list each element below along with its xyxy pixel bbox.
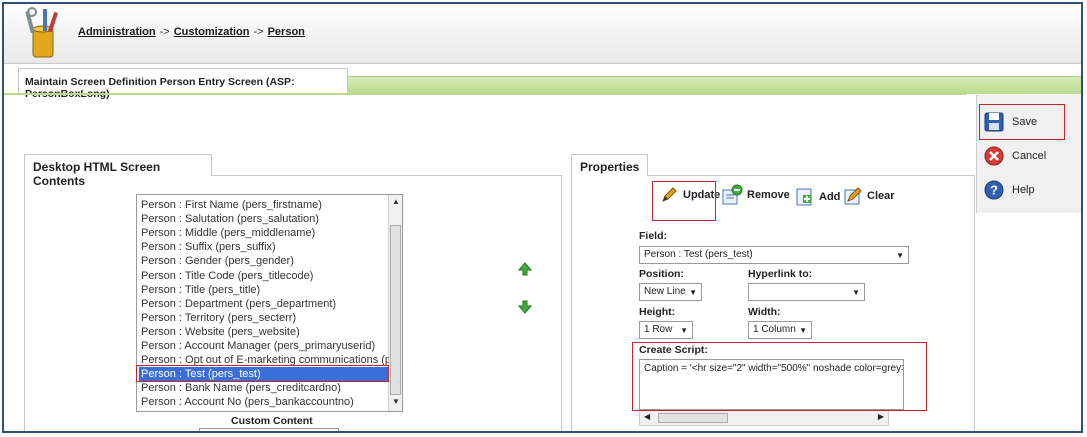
hyperlink-select[interactable]: ▼ xyxy=(748,283,865,301)
cancel-label: Cancel xyxy=(1012,150,1047,162)
selected-item-highlight xyxy=(136,365,389,382)
chevron-down-icon: ▼ xyxy=(852,288,860,297)
breadcrumb-person[interactable]: Person xyxy=(268,26,305,38)
move-up-icon[interactable] xyxy=(518,262,532,276)
clear-button[interactable]: Clear xyxy=(844,187,895,205)
add-label: Add xyxy=(819,191,841,203)
chevron-down-icon: ▼ xyxy=(680,326,688,335)
list-item[interactable]: Person : Bank Name (pers_creditcardno) xyxy=(139,381,389,395)
hscroll-thumb[interactable] xyxy=(658,413,728,423)
scroll-left-icon[interactable]: ◀ xyxy=(644,412,650,421)
remove-button[interactable]: Remove xyxy=(721,184,790,206)
help-label: Help xyxy=(1012,184,1035,196)
add-icon xyxy=(796,188,812,206)
tab-strip-bar xyxy=(344,76,1081,94)
cancel-icon xyxy=(984,146,1004,166)
tab-properties[interactable]: Properties xyxy=(571,154,648,176)
breadcrumb-customization[interactable]: Customization xyxy=(174,26,250,38)
remove-icon xyxy=(722,184,743,205)
tab-desktop-html[interactable]: Desktop HTML Screen Contents xyxy=(24,154,212,188)
action-sidebar: Save Cancel ? Help xyxy=(976,95,1081,213)
list-item[interactable]: Person : Middle (pers_middlename) xyxy=(139,226,389,240)
help-icon: ? xyxy=(984,180,1004,200)
breadcrumb-separator: -> xyxy=(159,26,170,38)
position-select-value: New Line xyxy=(644,286,686,297)
list-item[interactable]: Person : Territory (pers_secterr) xyxy=(139,311,389,325)
clear-icon xyxy=(844,187,862,205)
list-item[interactable]: Person : Title (pers_title) xyxy=(139,283,389,297)
list-item[interactable]: Person : Account Manager (pers_primaryus… xyxy=(139,339,389,353)
height-select-value: 1 Row xyxy=(644,324,673,335)
field-select[interactable]: Person : Test (pers_test) ▼ xyxy=(639,246,909,264)
header-bar: Administration -> Customization -> Person xyxy=(4,4,1081,64)
list-scrollbar[interactable]: ▲ ▼ xyxy=(388,195,402,411)
field-select-value: Person : Test (pers_test) xyxy=(644,249,753,260)
custom-content-box[interactable] xyxy=(199,428,339,431)
custom-content-label: Custom Content xyxy=(231,415,313,427)
height-select[interactable]: 1 Row ▼ xyxy=(639,321,693,339)
hyperlink-label: Hyperlink to: xyxy=(748,268,813,280)
height-label: Height: xyxy=(639,306,676,318)
page-tab-strip: Maintain Screen Definition Person Entry … xyxy=(4,68,1081,100)
tools-logo-icon xyxy=(25,7,58,58)
tab-maintain-screen[interactable]: Maintain Screen Definition Person Entry … xyxy=(18,68,348,100)
width-label: Width: xyxy=(748,306,781,318)
svg-text:?: ? xyxy=(990,183,998,198)
scroll-right-icon[interactable]: ▶ xyxy=(878,412,884,421)
position-label: Position: xyxy=(639,268,684,280)
cancel-button[interactable]: Cancel xyxy=(983,145,1046,167)
chevron-down-icon: ▼ xyxy=(689,288,697,297)
scroll-down-icon[interactable]: ▼ xyxy=(390,397,402,409)
remove-label: Remove xyxy=(747,189,790,201)
move-down-icon[interactable] xyxy=(518,300,532,314)
help-button[interactable]: ? Help xyxy=(983,179,1035,201)
chevron-down-icon: ▼ xyxy=(799,326,807,335)
list-item[interactable]: Person : Account No (pers_bankaccountno) xyxy=(139,395,389,409)
add-button[interactable]: Add xyxy=(796,187,840,207)
update-highlight xyxy=(652,181,716,221)
width-select[interactable]: 1 Column ▼ xyxy=(748,321,812,339)
scroll-thumb[interactable] xyxy=(390,225,401,395)
list-item[interactable]: Person : Gender (pers_gender) xyxy=(139,254,389,268)
save-highlight xyxy=(979,104,1065,140)
field-label: Field: xyxy=(639,230,667,242)
position-select[interactable]: New Line ▼ xyxy=(639,283,702,301)
scroll-up-icon[interactable]: ▲ xyxy=(390,197,402,209)
list-item[interactable]: Person : Salutation (pers_salutation) xyxy=(139,212,389,226)
list-item[interactable]: Person : First Name (pers_firstname) xyxy=(139,198,389,212)
script-hscrollbar[interactable]: ◀ ▶ xyxy=(639,410,889,426)
list-item[interactable]: Person : Department (pers_department) xyxy=(139,297,389,311)
list-item[interactable]: Person : Suffix (pers_suffix) xyxy=(139,240,389,254)
breadcrumb-separator: -> xyxy=(253,26,264,38)
list-item[interactable]: Person : Website (pers_website) xyxy=(139,325,389,339)
script-highlight xyxy=(632,342,927,411)
width-select-value: 1 Column xyxy=(753,324,796,335)
clear-label: Clear xyxy=(867,190,895,202)
tab-underline xyxy=(4,93,966,95)
chevron-down-icon: ▼ xyxy=(896,251,904,260)
app-window: Administration -> Customization -> Person Ma… xyxy=(2,2,1083,433)
breadcrumb-administration[interactable]: Administration xyxy=(78,26,156,38)
list-item[interactable]: Person : Title Code (pers_titlecode) xyxy=(139,269,389,283)
breadcrumb: Administration -> Customization -> Person xyxy=(78,26,305,38)
